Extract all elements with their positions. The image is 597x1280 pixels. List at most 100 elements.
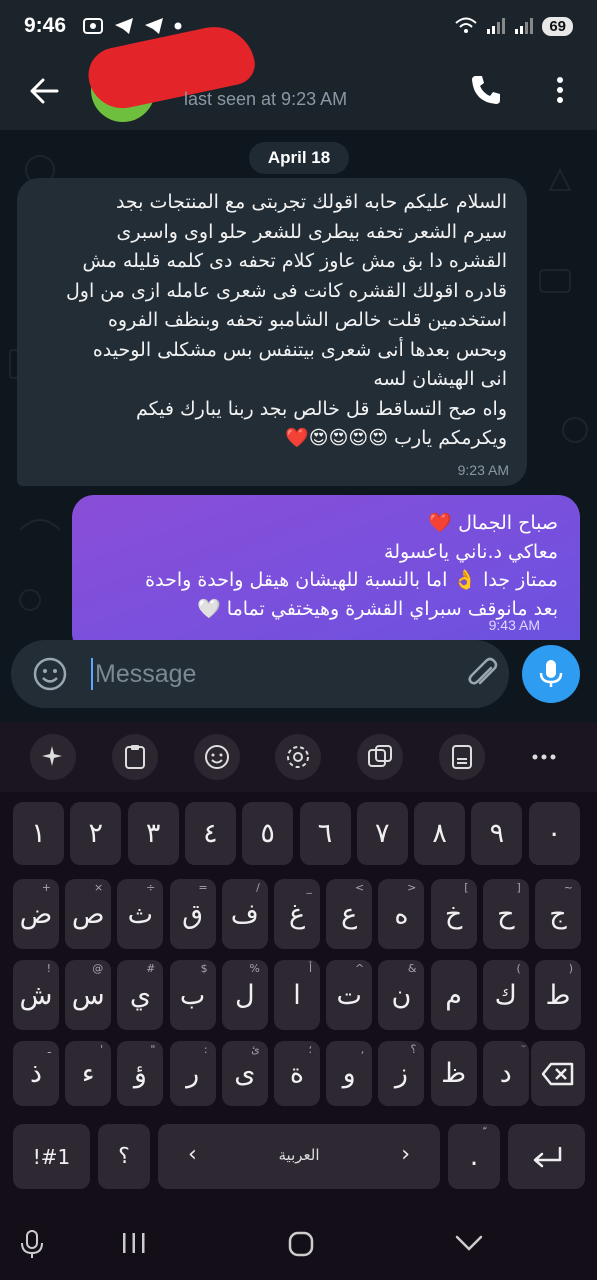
key[interactable]: _ غ <box>274 879 320 949</box>
status-bar: 9:46 69 <box>0 0 597 52</box>
key-hint: & <box>407 962 417 975</box>
key[interactable]: + ض <box>13 879 59 949</box>
key[interactable]: ٠ <box>528 802 580 865</box>
key[interactable]: & ن <box>378 960 425 1030</box>
key-hint: ] <box>516 881 521 894</box>
key[interactable]: م <box>430 960 477 1030</box>
symbols-key[interactable]: !#1 <box>13 1124 90 1189</box>
key[interactable]: ـذ <box>13 1041 59 1106</box>
key-label: ف <box>230 898 259 930</box>
key[interactable]: [خ <box>430 879 477 949</box>
key-label: ي <box>129 979 151 1011</box>
key[interactable]: :ر <box>169 1041 216 1106</box>
chat-area[interactable]: April 18 السلام عليكم حابه اقولك تجربتى … <box>0 130 597 640</box>
keyboard: !#1 ؟ ‹ العربية › ّ . ١٢٣ ٤ ٥ ٦٧٨٩٠ +ض×ص÷ث=ق… <box>0 722 597 1280</box>
outgoing-message[interactable]: صباح الجمال ❤️ معاكي د.ناني ياعسولة ممتا… <box>72 495 580 640</box>
home-icon[interactable] <box>287 1230 315 1258</box>
microphone-icon[interactable] <box>20 1230 44 1260</box>
key-label: ظ <box>441 1058 467 1089</box>
signal-icon <box>515 18 534 34</box>
key[interactable]: ؟ ز <box>378 1041 425 1106</box>
recent-apps-icon[interactable] <box>121 1230 147 1256</box>
key[interactable]: × ص <box>65 879 112 949</box>
key[interactable]: % ل <box>221 960 268 1030</box>
key-label: ح <box>497 898 515 930</box>
key[interactable]: ) ط <box>535 960 581 1030</box>
key[interactable]: = ق <box>169 879 216 949</box>
period-key[interactable]: ّ . <box>448 1124 500 1189</box>
key-hint: @ <box>92 962 104 975</box>
key[interactable]: أا <box>274 960 320 1030</box>
key[interactable]: ÷ ث <box>117 879 164 949</box>
emoji-button[interactable] <box>28 652 72 696</box>
voice-record-button[interactable] <box>522 645 580 703</box>
more-tools-button[interactable] <box>521 734 567 780</box>
key[interactable]: ^ ت <box>326 960 373 1030</box>
attach-button[interactable] <box>463 654 503 694</box>
key[interactable]: ٦ <box>299 802 351 865</box>
key-hint: = <box>198 881 208 894</box>
key-hint: : <box>203 1043 208 1056</box>
battery-indicator: 69 <box>542 16 573 36</box>
key-hint: ـ <box>47 1043 51 1056</box>
key-label: ٣ <box>145 818 161 849</box>
key[interactable]: ٩ <box>471 802 523 865</box>
space-bar[interactable]: ‹ العربية › <box>158 1124 440 1189</box>
key[interactable]: ١ <box>13 802 64 865</box>
keyboard-settings-button[interactable] <box>275 734 322 780</box>
emoji-keyboard-button[interactable] <box>193 734 240 780</box>
key[interactable]: # ي <box>117 960 164 1030</box>
key[interactable]: ,و <box>326 1041 373 1106</box>
paperclip-icon <box>468 657 498 685</box>
key[interactable]: > ه <box>378 879 425 949</box>
key[interactable]: @ س <box>65 960 112 1030</box>
key[interactable]: ' ء <box>65 1041 112 1106</box>
question-mark-key[interactable]: ؟ <box>98 1124 150 1189</box>
translate-button[interactable] <box>357 734 404 780</box>
key[interactable]: ٤ <box>184 802 236 865</box>
chevron-down-icon[interactable] <box>455 1234 483 1252</box>
chat-header: last seen at 9:23 AM <box>0 19 597 130</box>
key[interactable]: ؛ ة <box>274 1041 320 1106</box>
key-label: ٦ <box>317 818 333 849</box>
keyboard-mode-button[interactable] <box>439 734 486 780</box>
key-label: ط <box>545 979 571 1011</box>
call-button[interactable] <box>466 70 506 110</box>
enter-key[interactable] <box>508 1124 585 1189</box>
key-label: ٨ <box>432 818 447 849</box>
delete-key[interactable] <box>531 1041 585 1106</box>
ai-sparkle-button[interactable] <box>29 734 76 780</box>
key[interactable]: ٓد <box>482 1041 529 1106</box>
key-hint: ؛ <box>308 1043 313 1056</box>
key[interactable]: ٥ <box>242 802 294 865</box>
more-horizontal-icon <box>532 754 556 760</box>
back-button[interactable] <box>24 71 64 111</box>
more-options-button[interactable] <box>546 70 574 110</box>
key-hint: % <box>249 962 260 975</box>
key[interactable]: ٢ <box>70 802 122 865</box>
key[interactable]: / ف <box>221 879 268 949</box>
key-label: ٤ <box>203 818 218 849</box>
clipboard-button[interactable] <box>111 734 158 780</box>
key[interactable]: " ؤ <box>117 1041 164 1106</box>
message-input[interactable] <box>91 658 421 690</box>
enter-icon <box>533 1146 561 1167</box>
key[interactable]: ٧ <box>356 802 408 865</box>
key[interactable]: $ ب <box>169 960 216 1030</box>
key[interactable]: ~ ج <box>535 879 581 949</box>
key[interactable]: ! ش <box>13 960 59 1030</box>
key-label: ٥ <box>260 818 275 849</box>
key[interactable]: (ك <box>482 960 529 1030</box>
incoming-message[interactable]: السلام عليكم حابه اقولك تجربتى مع المنتج… <box>17 178 527 486</box>
key[interactable]: ٨ <box>414 802 466 865</box>
signal-icon <box>487 18 506 34</box>
key-hint: ( <box>516 962 521 975</box>
key[interactable]: ئى <box>221 1041 268 1106</box>
message-composer <box>11 640 509 708</box>
screen-record-icon <box>83 18 104 34</box>
key[interactable]: ] ح <box>482 879 529 949</box>
key[interactable]: ٣ <box>127 802 179 865</box>
message-time: 9:43 AM <box>488 617 540 633</box>
key[interactable]: ظ <box>430 1041 477 1106</box>
key[interactable]: < ع <box>326 879 373 949</box>
